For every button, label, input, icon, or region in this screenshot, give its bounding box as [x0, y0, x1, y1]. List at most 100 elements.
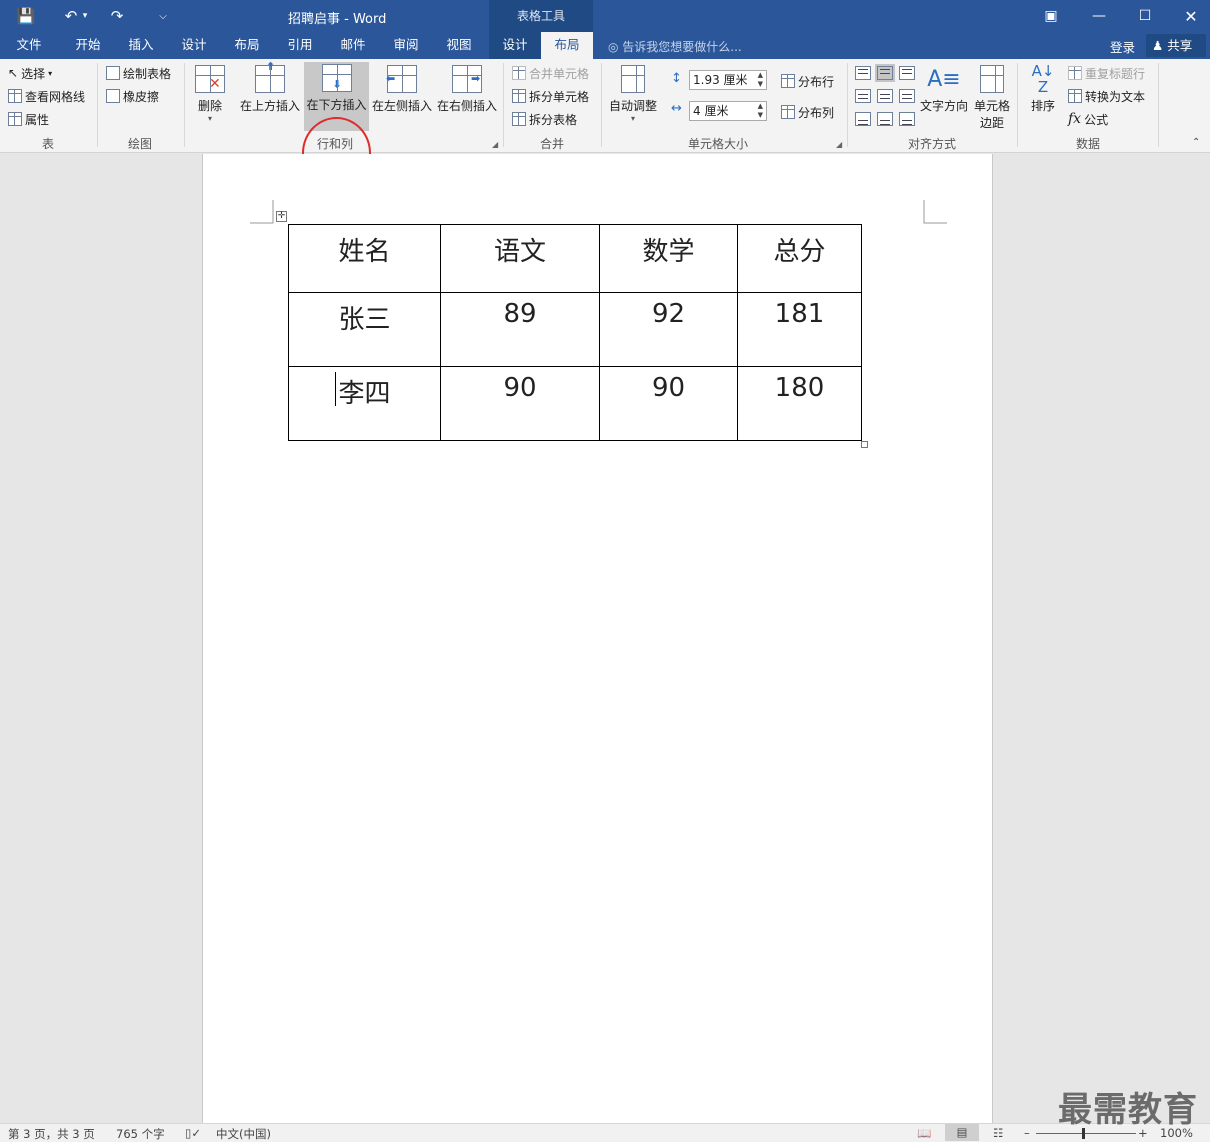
delete-button[interactable]: ✕ 删除 ▾	[190, 63, 230, 125]
gridlines-icon	[8, 89, 22, 103]
column-width-input[interactable]: 4 厘米 ▲ ▼	[689, 101, 767, 121]
insert-above-icon: ⬆	[255, 60, 285, 93]
align-middle-right-icon[interactable]	[899, 89, 915, 103]
tab-view[interactable]: 视图	[433, 32, 485, 59]
web-layout-icon[interactable]: ☷	[993, 1126, 1003, 1140]
dropdown-arrow-icon: ▾	[207, 114, 212, 123]
align-middle-center-icon[interactable]	[877, 89, 893, 103]
split-table-button[interactable]: 拆分表格	[512, 109, 577, 129]
page-count[interactable]: 第 3 页，共 3 页	[8, 1126, 95, 1142]
insert-left-button[interactable]: ⬅ 在左侧插入	[370, 63, 434, 125]
zoom-slider[interactable]	[1036, 1133, 1136, 1134]
tab-table-layout[interactable]: 布局	[541, 32, 593, 59]
tab-review[interactable]: 审阅	[380, 32, 432, 59]
print-layout-icon[interactable]: ▤	[945, 1124, 979, 1141]
table-cell[interactable]: 语文	[440, 224, 600, 293]
spinner-icon[interactable]: ▲ ▼	[758, 102, 763, 120]
save-icon[interactable]: 💾	[13, 4, 39, 28]
customize-quick-access-icon[interactable]: ⌵	[150, 4, 176, 28]
tab-insert[interactable]: 插入	[115, 32, 167, 59]
table-cell[interactable]: 90	[440, 366, 600, 441]
select-button[interactable]: ↖ 选择 ▾	[8, 63, 52, 83]
tab-layout[interactable]: 布局	[221, 32, 273, 59]
table-resize-handle-icon[interactable]	[861, 441, 868, 448]
draw-table-button[interactable]: 绘制表格	[106, 63, 171, 83]
group-label-alignment: 对齐方式	[907, 137, 956, 151]
word-count[interactable]: 765 个字	[116, 1126, 165, 1142]
tab-table-design[interactable]: 设计	[489, 32, 541, 59]
sign-in-link[interactable]: 登录	[1110, 37, 1135, 56]
align-top-right-icon[interactable]	[899, 66, 915, 80]
redo-icon[interactable]: ↷	[104, 4, 130, 28]
row-height-input[interactable]: 1.93 厘米 ▲ ▼	[689, 70, 767, 90]
table-row: 姓名 语文 数学 总分	[288, 224, 862, 293]
table-cell[interactable]: 数学	[599, 224, 738, 293]
formula-button[interactable]: fx 公式	[1068, 109, 1108, 129]
maximize-icon[interactable]: ☐	[1122, 0, 1168, 32]
read-mode-icon[interactable]: 📖	[917, 1126, 931, 1140]
align-bottom-left-icon[interactable]	[855, 112, 871, 126]
repeat-header-rows-button[interactable]: 重复标题行	[1068, 63, 1145, 83]
text-direction-button[interactable]: A≡ 文字方向	[918, 63, 970, 125]
properties-button[interactable]: 属性	[8, 109, 49, 129]
align-bottom-center-icon[interactable]	[877, 112, 893, 126]
table-row: 李四 90 90 180	[288, 366, 862, 441]
tab-design[interactable]: 设计	[168, 32, 220, 59]
table-move-handle-icon[interactable]: ✛	[276, 211, 287, 222]
share-button[interactable]: ♟ 共享	[1146, 34, 1206, 57]
group-label-merge: 合并	[539, 137, 564, 151]
tab-file[interactable]: 文件	[4, 32, 54, 59]
table-cell[interactable]: 181	[737, 292, 862, 367]
table-cell[interactable]: 90	[599, 366, 738, 441]
language-indicator[interactable]: 中文(中国)	[216, 1126, 271, 1142]
tell-me-search[interactable]: ◎ 告诉我您想要做什么...	[608, 38, 742, 55]
ribbon: ↖ 选择 ▾ 查看网格线 属性 表 绘制表格 橡皮擦 绘图 ✕ 删除 ▾ ⬆ 在上方…	[0, 59, 1210, 189]
close-icon[interactable]: ✕	[1168, 0, 1210, 32]
table-cell[interactable]: 180	[737, 366, 862, 441]
insert-right-button[interactable]: ➡ 在右侧插入	[435, 63, 499, 125]
spinner-icon[interactable]: ▲ ▼	[758, 71, 763, 89]
undo-dropdown-icon[interactable]: ▾	[78, 4, 92, 28]
table-cell[interactable]: 张三	[288, 292, 441, 367]
table-cell[interactable]: 李四	[288, 366, 441, 441]
eraser-button[interactable]: 橡皮擦	[106, 86, 159, 106]
align-top-left-icon[interactable]	[855, 66, 871, 80]
distribute-rows-icon	[781, 74, 795, 88]
table-cell[interactable]: 总分	[737, 224, 862, 293]
table-cell[interactable]: 92	[599, 292, 738, 367]
insert-above-button[interactable]: ⬆ 在上方插入	[238, 60, 302, 125]
dropdown-arrow-icon: ▾	[630, 114, 635, 123]
ribbon-display-options-icon[interactable]: ▣	[1028, 0, 1074, 32]
column-width-icon: ↔	[671, 101, 682, 116]
cell-size-launcher-icon[interactable]: ◢	[836, 140, 842, 149]
align-top-center-icon[interactable]	[875, 64, 895, 82]
ribbon-tab-bar: 文件 开始 插入 设计 布局 引用 邮件 审阅 视图 设计 布局 ◎ 告诉我您想…	[0, 32, 1210, 59]
split-cells-icon	[512, 89, 526, 103]
sort-icon: A↓ Z	[1031, 62, 1055, 96]
tab-references[interactable]: 引用	[274, 32, 326, 59]
zoom-out-icon[interactable]: –	[1024, 1126, 1030, 1140]
autofit-button[interactable]: 自动调整 ▾	[605, 63, 661, 125]
split-cells-button[interactable]: 拆分单元格	[512, 86, 589, 106]
align-bottom-right-icon[interactable]	[899, 112, 915, 126]
tab-mailings[interactable]: 邮件	[327, 32, 379, 59]
rows-columns-launcher-icon[interactable]: ◢	[492, 140, 498, 149]
align-middle-left-icon[interactable]	[855, 89, 871, 103]
cell-margins-button[interactable]: 单元格 边距	[972, 63, 1012, 130]
convert-to-text-button[interactable]: 转换为文本	[1068, 86, 1145, 106]
row-height-icon: ↕	[671, 71, 682, 86]
view-gridlines-button[interactable]: 查看网格线	[8, 86, 85, 106]
minimize-icon[interactable]: —	[1076, 0, 1122, 32]
insert-right-icon: ➡	[452, 65, 482, 93]
tab-home[interactable]: 开始	[62, 32, 114, 59]
sort-button[interactable]: A↓ Z 排序	[1024, 63, 1062, 125]
distribute-rows-button[interactable]: 分布行	[781, 71, 834, 91]
proofing-icon[interactable]: ▯✓	[185, 1126, 201, 1140]
distribute-columns-button[interactable]: 分布列	[781, 102, 834, 122]
split-table-icon	[512, 112, 526, 126]
table-cell[interactable]: 89	[440, 292, 600, 367]
table-cell[interactable]: 姓名	[288, 224, 441, 293]
merge-cells-button[interactable]: 合并单元格	[512, 63, 589, 83]
insert-left-icon: ⬅	[386, 65, 417, 93]
collapse-ribbon-icon[interactable]: ⌃	[1192, 137, 1200, 148]
